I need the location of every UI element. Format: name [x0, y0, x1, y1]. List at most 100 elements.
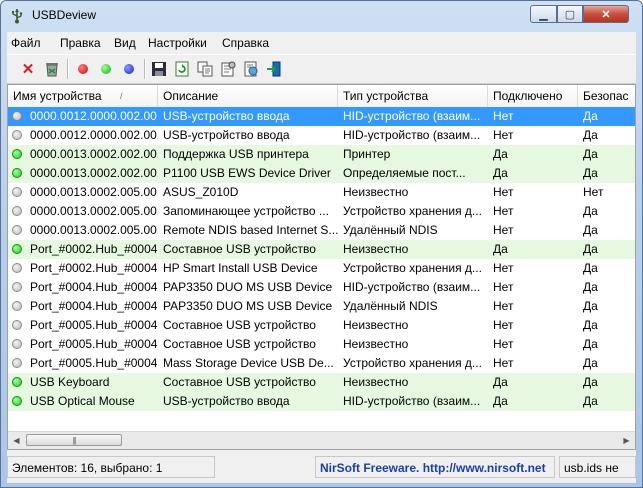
cell-safe: Да	[583, 128, 598, 142]
copy-button[interactable]	[196, 60, 214, 78]
cell-name: Port_#0005.Hub_#0004	[30, 356, 158, 370]
cell-safe: Да	[583, 242, 598, 256]
close-button[interactable]: ✕	[583, 5, 629, 23]
properties-button[interactable]	[219, 60, 237, 78]
refresh-button[interactable]	[173, 60, 191, 78]
cell-name: 0000.0013.0002.002.00...	[30, 166, 158, 180]
uninstall-button[interactable]	[43, 60, 61, 78]
red-dot-button[interactable]	[74, 60, 92, 78]
html-report-button[interactable]	[242, 60, 260, 78]
device-list[interactable]: Имя устройства / Описание Тип устройства…	[7, 84, 636, 450]
table-row[interactable]: Port_#0005.Hub_#0004 Mass Storage Device…	[8, 354, 635, 373]
usb-app-icon	[12, 9, 23, 24]
cell-safe: Да	[583, 394, 598, 408]
scroll-thumb[interactable]: |||	[26, 434, 122, 446]
cell-desc: PAP3350 DUO MS USB Device	[163, 280, 333, 294]
list-rows: 0000.0012.0000.002.00... USB-устройство в…	[8, 107, 635, 411]
arrow-right-icon: ▶	[623, 436, 630, 445]
table-row[interactable]: 0000.0012.0000.002.00... USB-устройство в…	[8, 126, 635, 145]
status-count: Элементов: 16, выбрано: 1	[7, 456, 215, 478]
cell-name: Port_#0004.Hub_#0004	[30, 299, 158, 313]
cell-desc: Составное USB устройство	[163, 375, 316, 389]
horizontal-scrollbar[interactable]: ◀ ||| ▶	[8, 431, 635, 449]
table-row[interactable]: Port_#0004.Hub_#0004 PAP3350 DUO MS USB D…	[8, 278, 635, 297]
cell-desc: Составное USB устройство	[163, 318, 316, 332]
cell-name: 0000.0013.0002.005.00...	[30, 204, 158, 218]
cell-name: Port_#0005.Hub_#0004	[30, 337, 158, 351]
scroll-left-button[interactable]: ◀	[8, 432, 25, 449]
cell-type: Неизвестно	[343, 318, 409, 332]
column-header-safe[interactable]: Безопас	[578, 85, 635, 107]
cell-name: USB Optical Mouse	[30, 394, 135, 408]
green-dot-icon	[101, 64, 111, 74]
status-bar: Элементов: 16, выбрано: 1 NirSoft Freewa…	[7, 453, 636, 483]
app-window: USBDeview ▁ ▢ ✕ Файл Правка Вид Настройк…	[0, 0, 643, 488]
cell-connected: Нет	[493, 356, 514, 370]
minimize-icon: ▁	[539, 8, 548, 21]
table-row[interactable]: Port_#0002.Hub_#0004 Составное USB устрой…	[8, 240, 635, 259]
table-row[interactable]: 0000.0013.0002.005.00... Remote NDIS base…	[8, 221, 635, 240]
blue-dot-button[interactable]	[120, 60, 138, 78]
green-dot-button[interactable]	[97, 60, 115, 78]
disconnect-button[interactable]: ✕	[19, 60, 37, 78]
table-row[interactable]: 0000.0013.0002.005.00... Запоминающее уст…	[8, 202, 635, 221]
cell-safe: Да	[583, 280, 598, 294]
cell-type: Неизвестно	[343, 337, 409, 351]
cell-connected: Нет	[493, 128, 514, 142]
uninstall-icon	[46, 63, 58, 77]
column-header-description[interactable]: Описание	[158, 85, 338, 107]
status-nirsoft-link[interactable]: NirSoft Freeware. http://www.nirsoft.net	[315, 456, 555, 478]
cell-safe: Да	[583, 223, 598, 237]
table-row[interactable]: Port_#0002.Hub_#0004 HP Smart Install USB…	[8, 259, 635, 278]
column-header-connected[interactable]: Подключено	[488, 85, 578, 107]
column-header-device-name[interactable]: Имя устройства /	[8, 85, 158, 107]
maximize-button[interactable]: ▢	[557, 5, 583, 23]
cell-type: Удалённый NDIS	[343, 299, 438, 313]
table-row[interactable]: Port_#0005.Hub_#0004 Составное USB устрой…	[8, 316, 635, 335]
menu-edit[interactable]: Правка	[60, 36, 101, 50]
table-row[interactable]: 0000.0012.0000.002.00... USB-устройство в…	[8, 107, 635, 126]
menu-view[interactable]: Вид	[114, 36, 136, 50]
cell-connected: Да	[493, 242, 508, 256]
cell-connected: Нет	[493, 280, 514, 294]
cell-connected: Нет	[493, 223, 514, 237]
column-header-label: Имя устройства	[13, 89, 102, 103]
table-row[interactable]: Port_#0005.Hub_#0004 Составное USB устрой…	[8, 335, 635, 354]
table-row[interactable]: 0000.0013.0002.005.00... ASUS_Z010D Неизве…	[8, 183, 635, 202]
cell-type: HID-устройство (взаим...	[343, 394, 481, 408]
cell-connected: Да	[493, 394, 508, 408]
cell-safe: Да	[583, 337, 598, 351]
table-row[interactable]: Port_#0004.Hub_#0004 PAP3350 DUO MS USB D…	[8, 297, 635, 316]
menu-settings[interactable]: Настройки	[148, 36, 207, 50]
cell-name: 0000.0013.0002.005.00...	[30, 185, 158, 199]
column-header-device-type[interactable]: Тип устройства	[338, 85, 488, 107]
cell-type: Устройство хранения д...	[343, 261, 482, 275]
scroll-right-button[interactable]: ▶	[618, 432, 635, 449]
minimize-button[interactable]: ▁	[530, 5, 557, 23]
table-row[interactable]: 0000.0013.0002.002.00... P1100 USB EWS De…	[8, 164, 635, 183]
menu-file[interactable]: Файл	[11, 36, 41, 50]
table-row[interactable]: USB Keyboard Составное USB устройство Неиз…	[8, 373, 635, 392]
table-row[interactable]: USB Optical Mouse USB-устройство ввода HID…	[8, 392, 635, 411]
cell-desc: P1100 USB EWS Device Driver	[163, 166, 331, 180]
cell-desc: PAP3350 DUO MS USB Device	[163, 299, 333, 313]
title-bar[interactable]: USBDeview ▁ ▢ ✕	[1, 1, 642, 31]
cell-safe: Да	[583, 318, 598, 332]
window-title: USBDeview	[32, 8, 97, 22]
save-button[interactable]	[150, 60, 168, 78]
close-icon: ✕	[601, 8, 611, 21]
cell-desc: Составное USB устройство	[163, 337, 316, 351]
table-row[interactable]: 0000.0013.0002.002.00... Поддержка USB пр…	[8, 145, 635, 164]
menu-help[interactable]: Справка	[222, 36, 269, 50]
cell-name: USB Keyboard	[30, 375, 110, 389]
cell-safe: Да	[583, 109, 598, 123]
client-area: Файл Правка Вид Настройки Справка ✕ Имя …	[7, 32, 636, 483]
properties-icon	[221, 61, 236, 77]
cell-connected: Нет	[493, 337, 514, 351]
exit-button[interactable]	[265, 60, 283, 78]
red-dot-icon	[78, 64, 88, 74]
toolbar-separator	[67, 59, 69, 79]
copy-icon	[197, 61, 213, 77]
cell-name: 0000.0013.0002.005.00...	[30, 223, 158, 237]
cell-desc: Mass Storage Device USB De...	[163, 356, 334, 370]
